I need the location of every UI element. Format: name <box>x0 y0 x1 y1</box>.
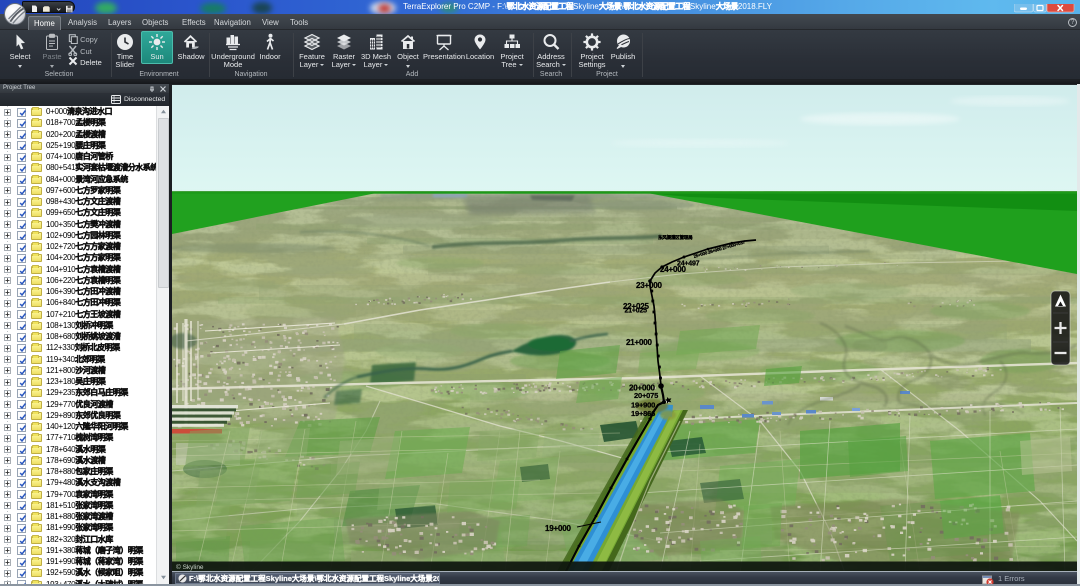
svg-text:东风渠灌区管理局: 东风渠灌区管理局 <box>658 234 693 241</box>
svg-text:19+866: 19+866 <box>631 409 655 418</box>
svg-text:19+000: 19+000 <box>545 524 571 533</box>
svg-text:20+075: 20+075 <box>634 391 658 400</box>
svg-text:21+000: 21+000 <box>626 338 652 347</box>
svg-text:24+497: 24+497 <box>677 261 700 268</box>
svg-text:21+025: 21+025 <box>625 308 648 315</box>
svg-text:© Skyline: © Skyline <box>176 563 204 571</box>
svg-text:23+000: 23+000 <box>636 281 662 290</box>
